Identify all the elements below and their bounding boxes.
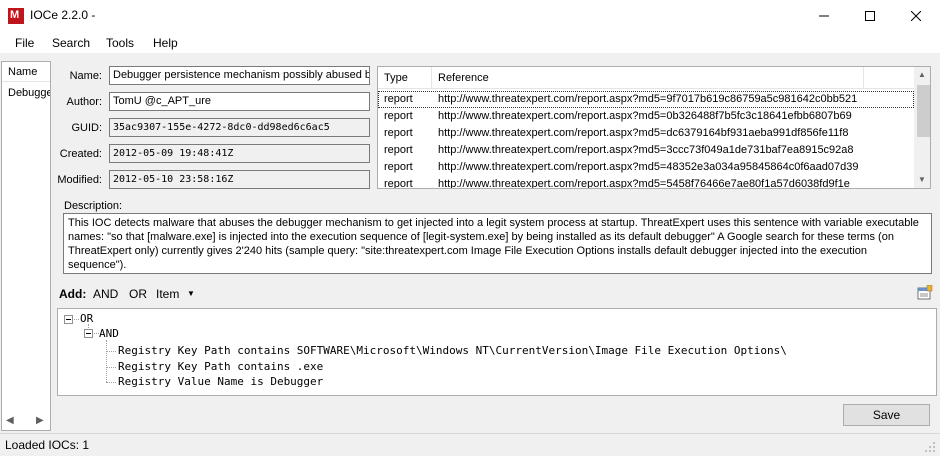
add-or-button[interactable]: OR — [129, 287, 147, 301]
ioc-logic-tree[interactable]: OR AND Registry Key Path contains SOFTWA… — [57, 308, 937, 396]
reference-type: report — [384, 127, 413, 139]
reference-url: http://www.threatexpert.com/report.aspx?… — [438, 127, 849, 139]
reference-url: http://www.threatexpert.com/report.aspx?… — [438, 144, 854, 156]
reference-type: report — [384, 161, 413, 173]
guid-label: GUID: — [71, 122, 102, 134]
close-button[interactable] — [893, 0, 939, 31]
window-title: IOCe 2.2.0 - — [30, 8, 96, 22]
status-bar — [0, 433, 940, 456]
tree-connector — [74, 319, 79, 320]
menu-help[interactable]: Help — [153, 36, 178, 50]
menu-bar — [0, 31, 940, 53]
column-divider[interactable] — [863, 67, 864, 89]
tree-node-item[interactable]: Registry Key Path contains .exe — [118, 360, 323, 373]
grip-dots — [925, 442, 935, 452]
add-item-dropdown[interactable]: Item — [156, 287, 179, 301]
reference-type: report — [384, 110, 413, 122]
resize-grip-icon[interactable] — [924, 441, 936, 453]
menu-file[interactable]: File — [15, 36, 34, 50]
tree-connector — [106, 351, 116, 352]
collapse-or-icon[interactable] — [64, 315, 73, 324]
ioc-list-item[interactable]: Debugger — [8, 87, 50, 99]
column-reference[interactable]: Reference — [438, 72, 489, 84]
table-row[interactable]: report http://www.threatexpert.com/repor… — [378, 91, 914, 108]
add-and-button[interactable]: AND — [93, 287, 118, 301]
scroll-right-icon[interactable]: ▶ — [36, 415, 44, 426]
column-divider[interactable] — [431, 67, 432, 89]
ioc-list-header-label: Name — [8, 66, 38, 78]
author-field[interactable]: TomU @c_APT_ure — [109, 92, 370, 111]
scroll-down-icon[interactable]: ▼ — [918, 175, 926, 184]
app-logo-icon — [8, 8, 24, 24]
references-header: Type Reference — [378, 67, 914, 89]
minimize-button[interactable] — [801, 0, 847, 31]
tree-connector — [106, 367, 116, 368]
ioc-list[interactable] — [1, 61, 51, 431]
description-field[interactable]: This IOC detects malware that abuses the… — [63, 213, 932, 274]
author-label: Author: — [66, 96, 102, 108]
column-type[interactable]: Type — [384, 72, 408, 84]
table-row[interactable]: report http://www.threatexpert.com/repor… — [378, 108, 914, 125]
status-text: Loaded IOCs: 1 — [5, 438, 90, 452]
reference-url: http://www.threatexpert.com/report.aspx?… — [438, 110, 852, 122]
reference-type: report — [384, 144, 413, 156]
table-row[interactable]: report http://www.threatexpert.com/repor… — [378, 176, 914, 189]
notepad-icon — [917, 284, 933, 300]
modified-field: 2012-05-10 23:58:16Z — [109, 170, 370, 189]
scrollbar-thumb[interactable] — [917, 85, 930, 137]
scroll-up-icon[interactable]: ▲ — [918, 70, 926, 79]
tree-connector — [106, 382, 116, 383]
guid-field: 35ac9307-155e-4272-8dc0-dd98ed6c6ac5 — [109, 118, 370, 137]
description-label: Description: — [64, 200, 123, 212]
menu-tools[interactable]: Tools — [106, 36, 134, 50]
reference-url: http://www.threatexpert.com/report.aspx?… — [438, 178, 850, 189]
name-label: Name: — [69, 70, 102, 82]
save-button[interactable]: Save — [843, 404, 930, 426]
created-label: Created: — [59, 148, 102, 160]
reference-type: report — [384, 93, 413, 105]
reference-type: report — [384, 178, 413, 189]
tree-node-and[interactable]: AND — [99, 327, 119, 340]
chevron-down-icon[interactable]: ▼ — [187, 289, 195, 298]
tree-node-or[interactable]: OR — [80, 312, 93, 325]
table-row[interactable]: report http://www.threatexpert.com/repor… — [378, 142, 914, 159]
minimize-icon — [819, 15, 829, 16]
tree-node-item[interactable]: Registry Key Path contains SOFTWARE\Micr… — [118, 344, 787, 357]
maximize-button[interactable] — [847, 0, 893, 31]
references-table[interactable]: Type Reference report http://www.threate… — [377, 66, 931, 189]
reference-url: http://www.threatexpert.com/report.aspx?… — [438, 93, 858, 105]
menu-search[interactable]: Search — [52, 36, 90, 50]
close-icon — [911, 10, 921, 21]
reference-url: http://www.threatexpert.com/report.aspx?… — [438, 161, 859, 173]
title-bar — [0, 0, 940, 31]
tree-connector — [106, 340, 107, 382]
maximize-icon — [865, 10, 875, 21]
table-row[interactable]: report http://www.threatexpert.com/repor… — [378, 159, 914, 176]
scroll-left-icon[interactable]: ◀ — [6, 415, 14, 426]
table-row[interactable]: report http://www.threatexpert.com/repor… — [378, 125, 914, 142]
tree-node-item[interactable]: Registry Value Name is Debugger — [118, 375, 323, 388]
name-field[interactable]: Debugger persistence mechanism possibly … — [109, 66, 370, 85]
modified-label: Modified: — [57, 174, 102, 186]
created-field: 2012-05-09 19:48:41Z — [109, 144, 370, 163]
collapse-and-icon[interactable] — [84, 329, 93, 338]
add-label: Add: — [59, 287, 87, 301]
edit-note-icon[interactable] — [917, 284, 933, 300]
